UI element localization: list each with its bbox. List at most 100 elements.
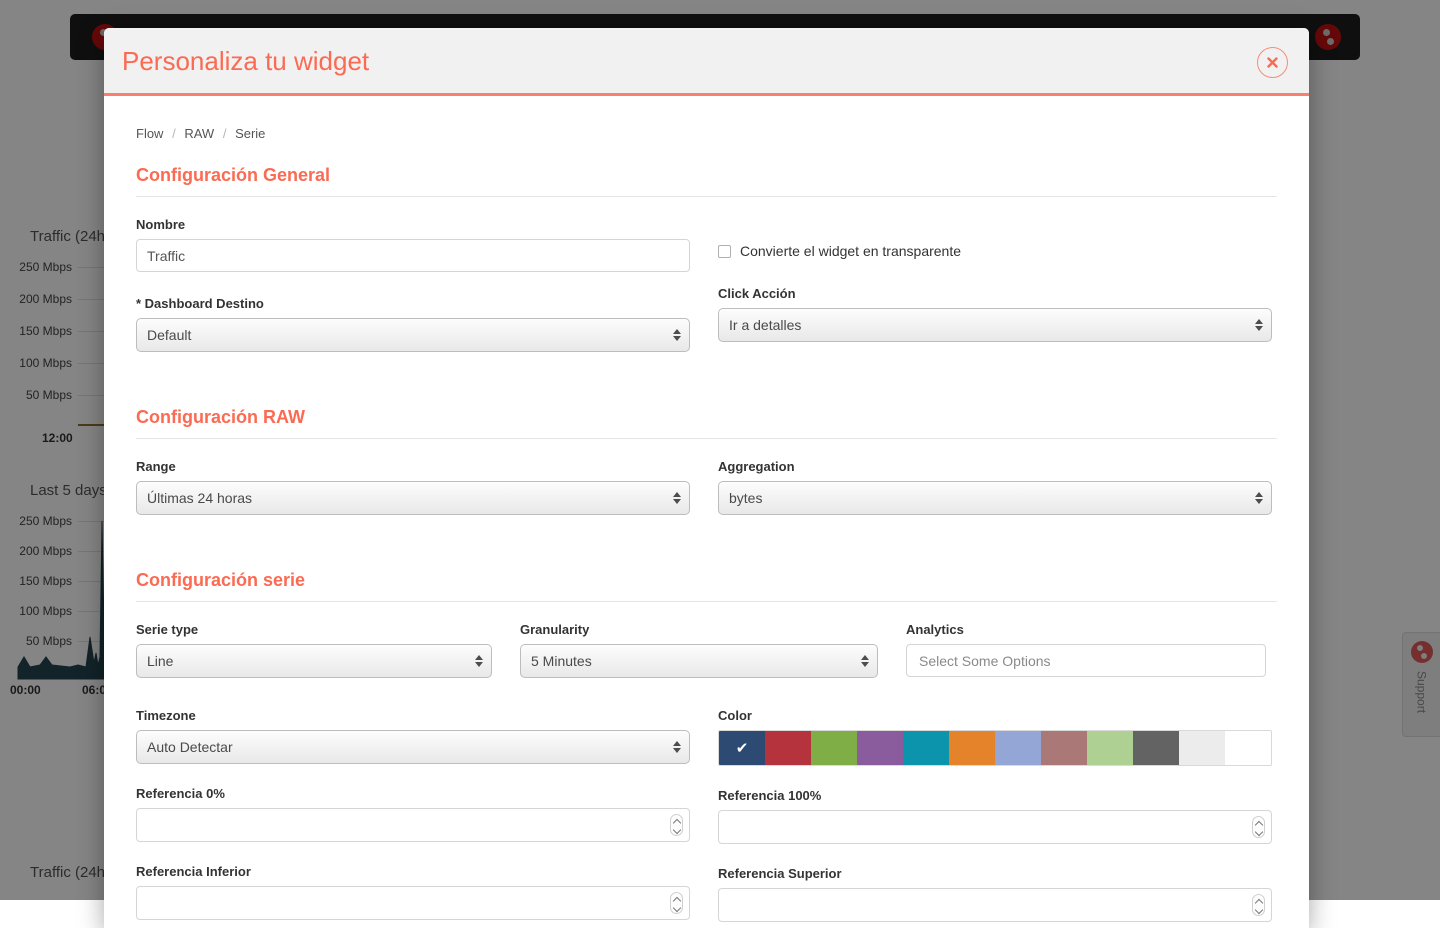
serie-col-1: Serie type Line [136,622,492,694]
label-serie-type: Serie type [136,622,492,637]
serie-type-select[interactable]: Line [136,644,492,678]
analytics-placeholder: Select Some Options [919,653,1051,669]
field-nombre: Nombre [136,217,690,272]
color-swatch-9[interactable] [1133,731,1179,765]
range-value: Últimas 24 horas [147,490,252,506]
serie-row-2: Timezone Auto Detectar Referencia 0% [136,708,1277,928]
label-timezone: Timezone [136,708,690,723]
color-swatch-6[interactable] [995,731,1041,765]
click-accion-value: Ir a detalles [729,317,801,333]
serie-col-left: Timezone Auto Detectar Referencia 0% [136,708,690,928]
color-palette[interactable]: ✔ [718,730,1272,766]
referencia-100-input[interactable] [719,811,1271,843]
stepper-arrows-icon[interactable] [1252,894,1265,916]
label-click-accion: Click Acción [718,286,1272,301]
field-color: Color ✔ [718,708,1272,766]
field-dashboard-destino: * Dashboard Destino Default [136,296,690,352]
stepper-arrows-icon[interactable] [670,892,683,914]
field-timezone: Timezone Auto Detectar [136,708,690,764]
field-referencia-superior: Referencia Superior [718,866,1272,922]
close-icon[interactable] [1257,47,1288,78]
section-heading-general: Configuración General [136,165,1277,186]
color-swatch-5[interactable] [949,731,995,765]
section-divider [136,196,1277,197]
label-granularity: Granularity [520,622,878,637]
aggregation-select[interactable]: bytes [718,481,1272,515]
referencia-100-stepper[interactable] [718,810,1272,844]
modal-header: Personaliza tu widget [104,28,1309,96]
stepper-arrows-icon[interactable] [670,814,683,836]
field-referencia-100: Referencia 100% [718,788,1272,844]
referencia-superior-stepper[interactable] [718,888,1272,922]
field-serie-type: Serie type Line [136,622,492,678]
select-arrows-icon [475,655,483,667]
label-referencia-superior: Referencia Superior [718,866,1272,881]
select-arrows-icon [673,492,681,504]
field-transparente[interactable]: Convierte el widget en transparente [718,217,1272,259]
referencia-inferior-stepper[interactable] [136,886,690,920]
modal-body: Flow / RAW / Serie Configuración General… [104,96,1309,928]
click-accion-select[interactable]: Ir a detalles [718,308,1272,342]
breadcrumb: Flow / RAW / Serie [136,96,1277,141]
serie-row-1: Serie type Line Granularity 5 Minutes [136,622,1277,694]
breadcrumb-separator: / [167,126,181,141]
serie-col-3: Analytics Select Some Options [906,622,1266,694]
referencia-0-input[interactable] [137,809,689,841]
nombre-input[interactable] [136,239,690,272]
label-range: Range [136,459,690,474]
label-analytics: Analytics [906,622,1266,637]
modal-title: Personaliza tu widget [122,46,369,77]
color-swatch-2[interactable] [811,731,857,765]
section-heading-serie: Configuración serie [136,570,1277,591]
breadcrumb-item-raw[interactable]: RAW [184,126,214,141]
breadcrumb-item-flow[interactable]: Flow [136,126,163,141]
color-swatch-7[interactable] [1041,731,1087,765]
transparente-checkbox[interactable] [718,245,731,258]
serie-type-value: Line [147,653,173,669]
stepper-arrows-icon[interactable] [1252,816,1265,838]
general-row-1: Nombre * Dashboard Destino Default [136,217,1277,368]
general-col-right: Convierte el widget en transparente Clic… [718,217,1272,368]
check-icon: ✔ [736,741,749,756]
select-arrows-icon [1255,319,1263,331]
range-select[interactable]: Últimas 24 horas [136,481,690,515]
dashboard-destino-select[interactable]: Default [136,318,690,352]
select-arrows-icon [673,329,681,341]
section-divider [136,601,1277,602]
referencia-0-stepper[interactable] [136,808,690,842]
label-aggregation: Aggregation [718,459,1272,474]
label-referencia-inferior: Referencia Inferior [136,864,690,879]
section-divider [136,438,1277,439]
section-heading-raw: Configuración RAW [136,407,1277,428]
color-swatch-3[interactable] [857,731,903,765]
color-swatch-8[interactable] [1087,731,1133,765]
color-swatch-4[interactable] [903,731,949,765]
color-swatch-11[interactable] [1225,731,1271,765]
field-click-accion: Click Acción Ir a detalles [718,286,1272,342]
breadcrumb-item-serie[interactable]: Serie [235,126,265,141]
field-referencia-inferior: Referencia Inferior [136,864,690,920]
serie-col-right: Color ✔ Referencia 100% Referencia Super… [718,708,1272,928]
field-granularity: Granularity 5 Minutes [520,622,878,678]
field-referencia-0: Referencia 0% [136,786,690,842]
timezone-select[interactable]: Auto Detectar [136,730,690,764]
timezone-value: Auto Detectar [147,739,233,755]
general-col-left: Nombre * Dashboard Destino Default [136,217,690,368]
granularity-select[interactable]: 5 Minutes [520,644,878,678]
select-arrows-icon [861,655,869,667]
referencia-inferior-input[interactable] [137,887,689,919]
label-dashboard-destino: * Dashboard Destino [136,296,690,311]
label-referencia-100: Referencia 100% [718,788,1272,803]
color-swatch-0[interactable]: ✔ [719,731,765,765]
label-nombre: Nombre [136,217,690,232]
referencia-superior-input[interactable] [719,889,1271,921]
field-range: Range Últimas 24 horas [136,459,690,515]
label-color: Color [718,708,1272,723]
granularity-value: 5 Minutes [531,653,592,669]
raw-row-1: Range Últimas 24 horas Aggregation bytes [136,459,1277,531]
color-swatch-10[interactable] [1179,731,1225,765]
serie-col-2: Granularity 5 Minutes [520,622,878,694]
analytics-multiselect[interactable]: Select Some Options [906,644,1266,677]
color-swatch-1[interactable] [765,731,811,765]
label-referencia-0: Referencia 0% [136,786,690,801]
